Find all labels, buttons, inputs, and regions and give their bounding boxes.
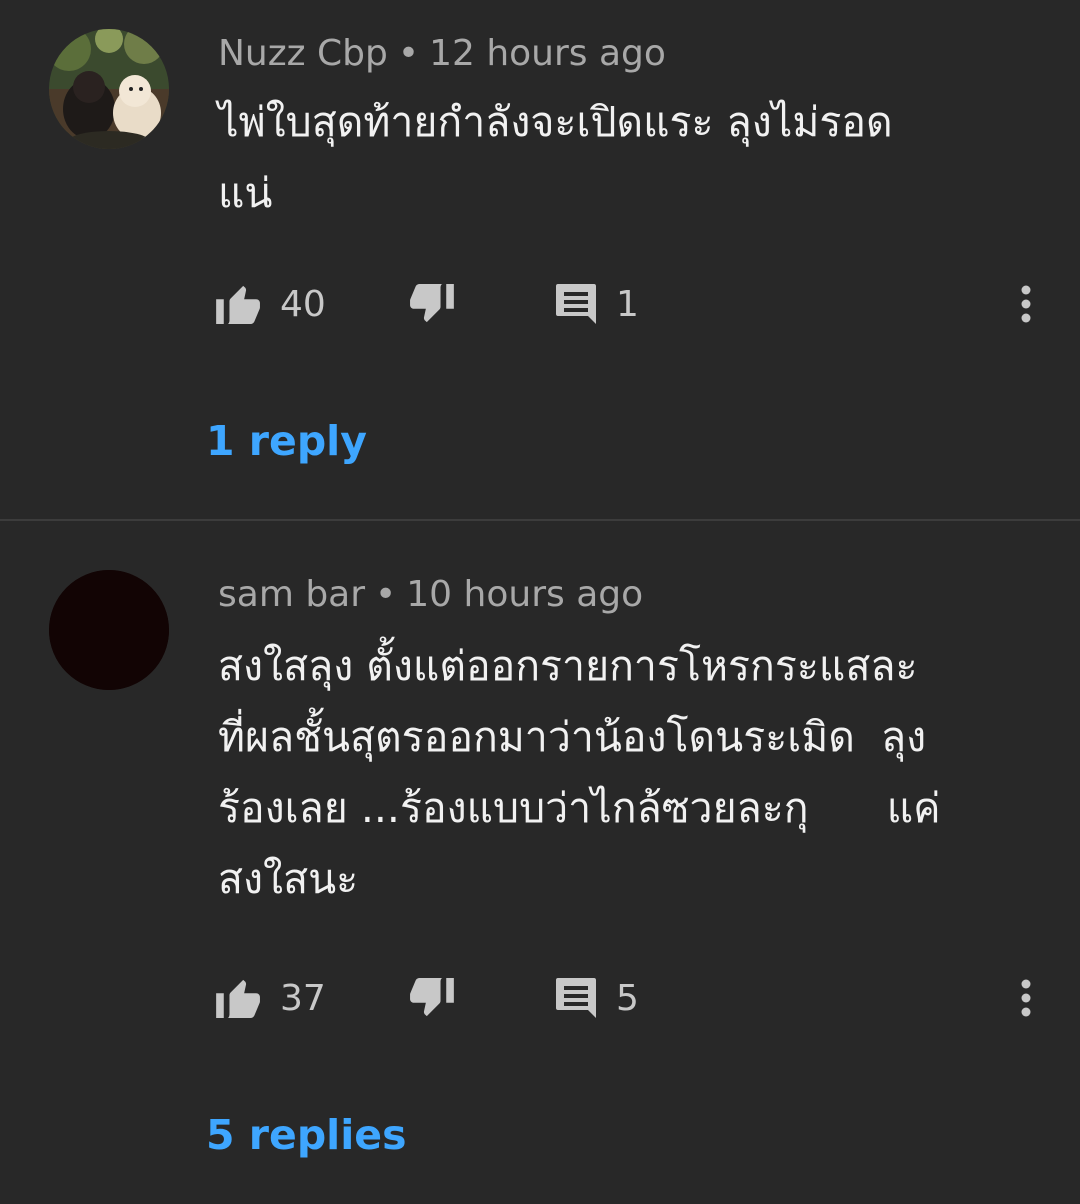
like-button[interactable]: 37	[216, 968, 326, 1028]
dislike-button[interactable]	[408, 968, 454, 1028]
more-vert-icon	[1021, 979, 1031, 1017]
comment-text: สงใสลุง ตั้งแต่ออกรายการโหรกระแสละ ที่ผล…	[218, 642, 941, 903]
thumbs-up-icon	[216, 285, 260, 324]
author-name[interactable]: sam bar	[218, 574, 365, 615]
comment-icon	[556, 284, 596, 324]
thumbs-down-icon	[410, 284, 454, 323]
avatar[interactable]	[49, 29, 169, 149]
comment-actions: 40 1	[0, 274, 1080, 334]
dislike-button[interactable]	[408, 274, 454, 334]
more-vert-icon	[1021, 285, 1031, 323]
meta-separator: •	[397, 33, 420, 74]
comment-text: ไพ่ใบสุดท้ายกำลังจะเปิดแระ ลุงไม่รอด แน่	[218, 98, 893, 217]
more-options-button[interactable]	[1006, 274, 1046, 334]
like-button[interactable]: 40	[216, 274, 326, 334]
reply-count: 1	[616, 283, 639, 325]
author-name[interactable]: Nuzz Cbp	[218, 33, 388, 74]
comment-icon	[556, 978, 596, 1018]
comment-thread: sam bar • 10 hours ago สงใสลุง ตั้งแต่ออกร…	[0, 521, 1080, 1204]
dog-photo-avatar-icon	[49, 29, 169, 149]
avatar[interactable]	[49, 570, 169, 690]
meta-separator: •	[375, 574, 397, 615]
comment-meta: Nuzz Cbp • 12 hours ago	[218, 32, 666, 76]
comment-time: 12 hours ago	[429, 33, 666, 74]
more-options-button[interactable]	[1006, 968, 1046, 1028]
thumbs-up-icon	[216, 979, 260, 1018]
reply-count: 5	[616, 977, 639, 1019]
comment-actions: 37 5	[0, 968, 1080, 1028]
reply-button[interactable]: 5	[554, 968, 639, 1028]
dark-avatar-icon	[49, 570, 169, 690]
comment-thread: Nuzz Cbp • 12 hours ago ไพ่ใบสุดท้ายกำลังจ…	[0, 0, 1080, 519]
comment-meta: sam bar • 10 hours ago	[218, 573, 643, 617]
view-replies-link[interactable]: 1 reply	[206, 416, 367, 466]
thumbs-down-icon	[410, 978, 454, 1017]
comment-time: 10 hours ago	[406, 574, 644, 615]
view-replies-link[interactable]: 5 replies	[206, 1110, 407, 1160]
like-count: 37	[280, 977, 326, 1019]
reply-button[interactable]: 1	[554, 274, 639, 334]
like-count: 40	[280, 283, 326, 325]
